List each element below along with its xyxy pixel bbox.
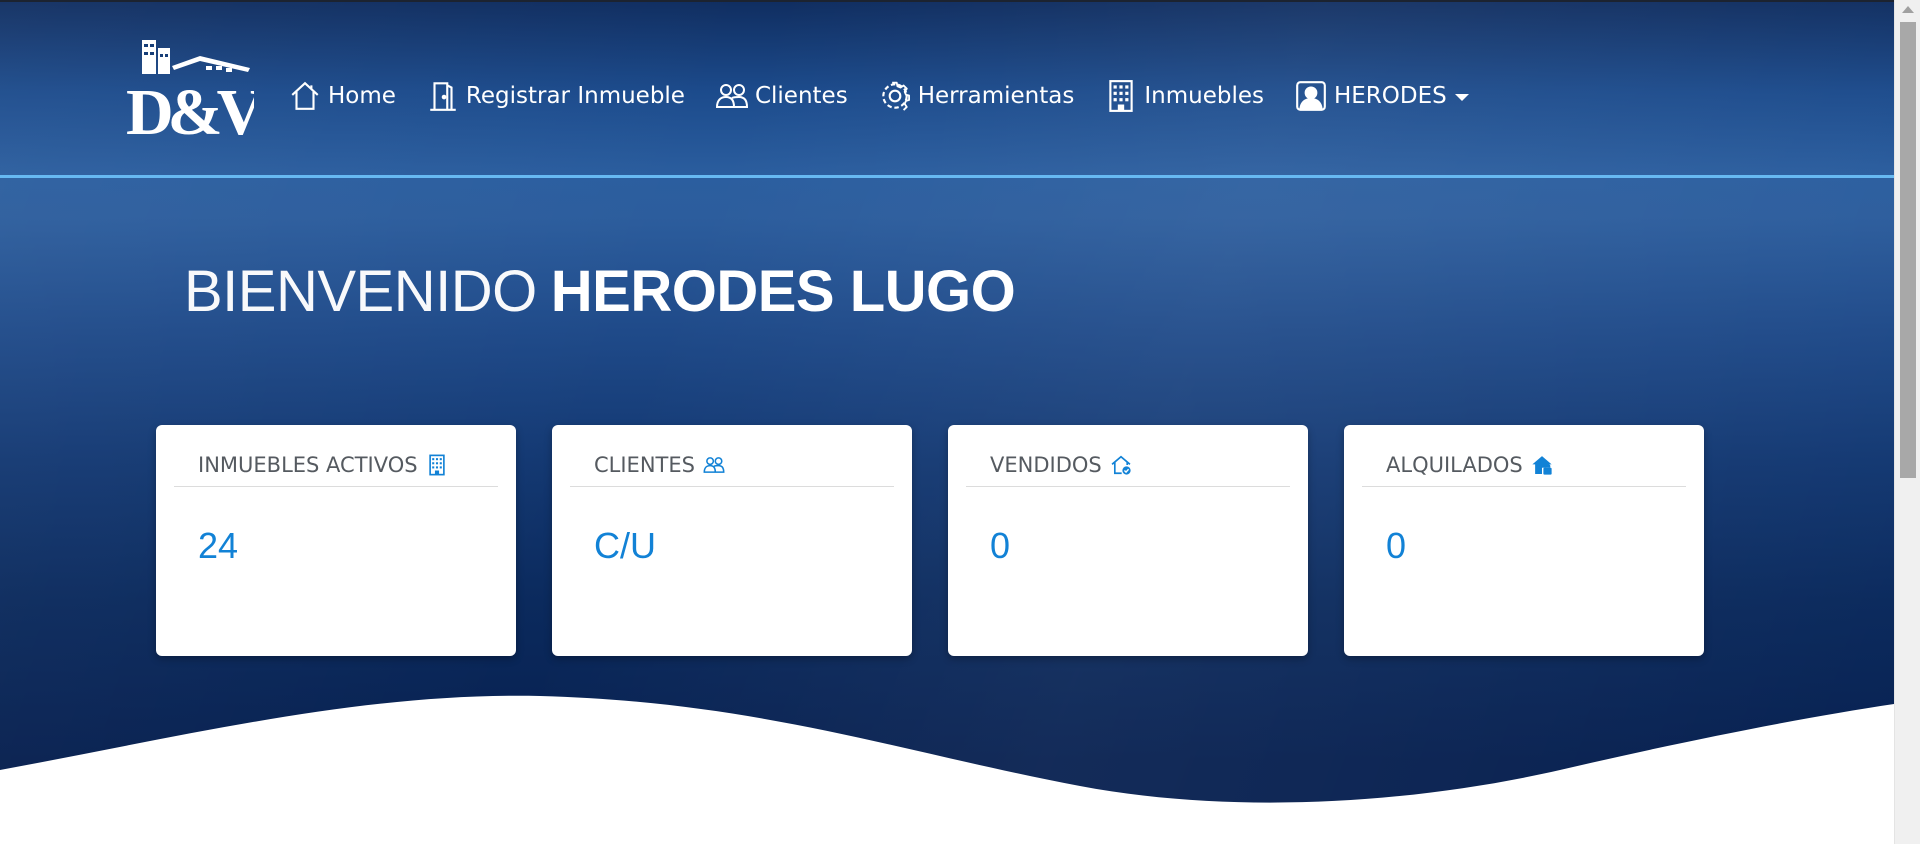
gear-icon [881, 81, 910, 111]
door-icon [430, 82, 456, 111]
card-value: C/U [594, 525, 656, 566]
wave-shape [0, 695, 1894, 844]
house-lock-icon [1532, 455, 1552, 475]
page-content: D&V Home Registrar Inmueble Clientes Her… [0, 0, 1894, 844]
card-header: ALQUILADOS [1362, 443, 1686, 487]
card-value: 0 [990, 525, 1011, 566]
card-header: INMUEBLES ACTIVOS [174, 443, 498, 487]
logo-text: D&V [126, 76, 254, 138]
card-value: 0 [1386, 525, 1407, 566]
welcome-heading: BIENVENIDO HERODES LUGO [184, 258, 1016, 325]
card-title: VENDIDOS [990, 452, 1102, 477]
page: D&V Home Registrar Inmueble Clientes Her… [0, 0, 1920, 844]
nav-home-label: Home [328, 83, 396, 109]
people-icon [715, 84, 748, 108]
nav-user-label: HERODES [1333, 83, 1447, 109]
card-title: CLIENTES [594, 452, 695, 477]
card-alquilados[interactable]: ALQUILADOS 0 [1344, 425, 1704, 656]
nav-clientes[interactable]: Clientes [715, 79, 848, 113]
main-nav: Home Registrar Inmueble Clientes Herrami… [288, 72, 1499, 120]
card-title: INMUEBLES ACTIVOS [198, 452, 418, 477]
person-badge-icon [1296, 81, 1326, 111]
card-header: CLIENTES [570, 443, 894, 487]
people-icon [703, 456, 725, 473]
nav-inmuebles[interactable]: Inmuebles [1104, 79, 1264, 113]
card-header: VENDIDOS [966, 443, 1290, 487]
nav-clientes-label: Clientes [754, 83, 848, 109]
nav-herramientas-label: Herramientas [917, 83, 1075, 109]
nav-registrar-inmueble[interactable]: Registrar Inmueble [426, 79, 685, 113]
nav-user-dropdown[interactable]: HERODES [1294, 79, 1469, 113]
welcome-prefix: BIENVENIDO [184, 259, 537, 324]
card-inmuebles-activos[interactable]: INMUEBLES ACTIVOS 24 [156, 425, 516, 656]
card-value: 24 [198, 525, 239, 566]
card-clientes[interactable]: CLIENTES C/U [552, 425, 912, 656]
chevron-down-icon [1454, 93, 1469, 101]
house-icon [291, 81, 319, 110]
navbar: D&V Home Registrar Inmueble Clientes Her… [0, 2, 1894, 178]
nav-inmuebles-label: Inmuebles [1144, 83, 1264, 109]
building-icon [428, 454, 445, 475]
nav-herramientas[interactable]: Herramientas [878, 79, 1075, 113]
brand-logo[interactable]: D&V [122, 36, 254, 138]
house-check-icon [1111, 455, 1131, 475]
nav-registrar-label: Registrar Inmueble [465, 83, 685, 109]
summary-cards: INMUEBLES ACTIVOS 24 CLIENTES C/U VENDID… [156, 425, 1706, 656]
scrollbar-thumb[interactable] [1900, 22, 1916, 478]
building-icon [1109, 80, 1134, 112]
welcome-user-name: HERODES LUGO [550, 259, 1016, 324]
nav-home[interactable]: Home [288, 79, 396, 113]
card-title: ALQUILADOS [1386, 452, 1523, 477]
card-vendidos[interactable]: VENDIDOS 0 [948, 425, 1308, 656]
vertical-scrollbar[interactable] [1894, 0, 1920, 844]
scroll-up-arrow-icon[interactable] [1902, 6, 1914, 13]
